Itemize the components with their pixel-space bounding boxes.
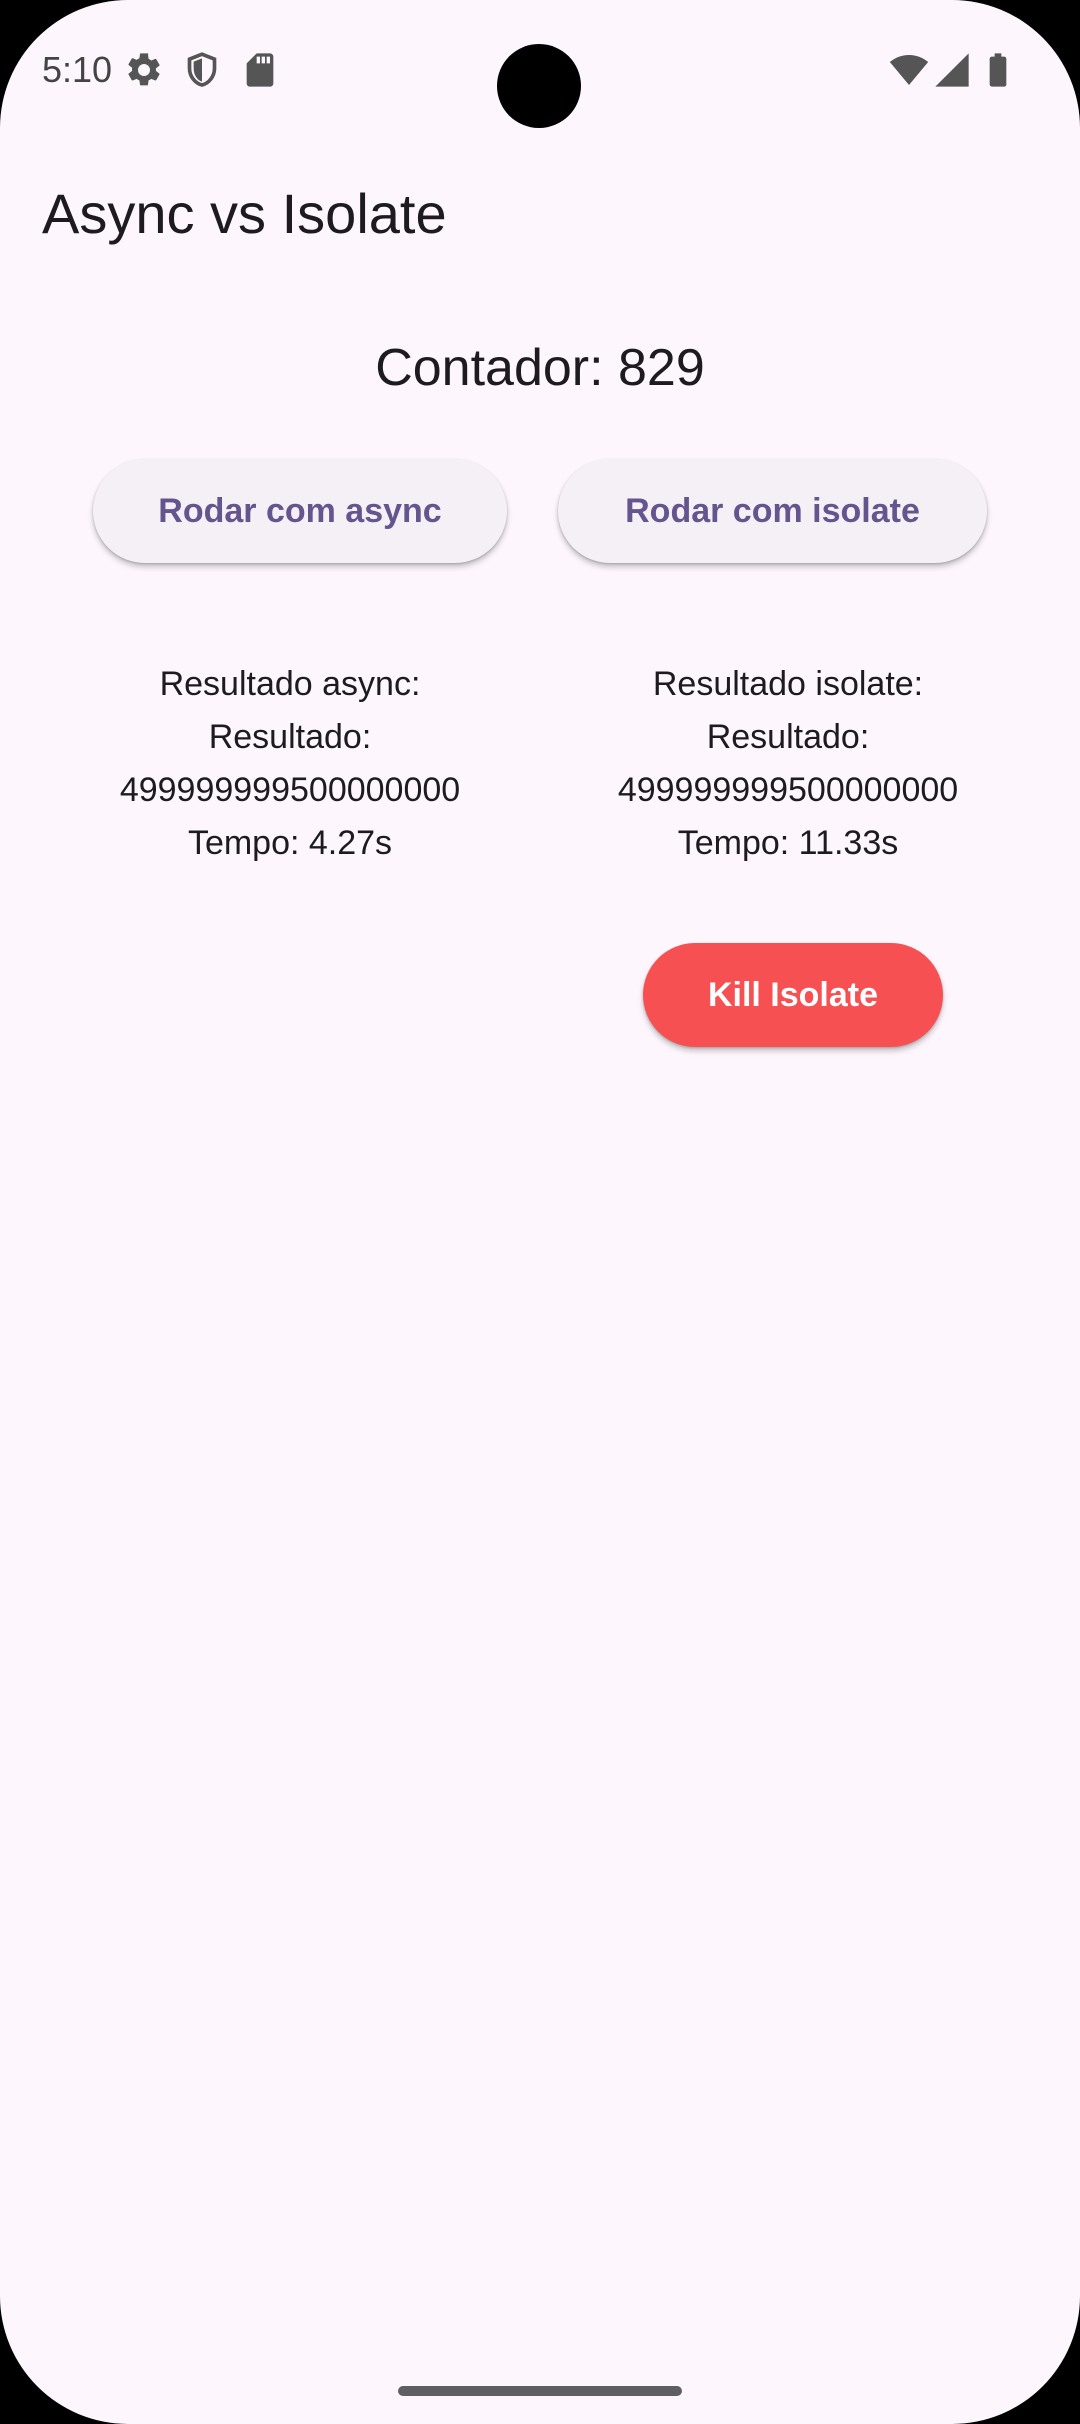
run-isolate-button[interactable]: Rodar com isolate bbox=[558, 459, 987, 563]
async-result-heading: Resultado async: bbox=[159, 665, 421, 703]
isolate-result-heading: Resultado isolate: bbox=[652, 665, 924, 703]
async-result-time: Tempo: 4.27s bbox=[187, 824, 393, 862]
run-async-button[interactable]: Rodar com async bbox=[93, 459, 507, 563]
isolate-result-panel: Resultado isolate: Resultado: 4999999995… bbox=[538, 658, 1038, 870]
isolate-result-value: 499999999500000000 bbox=[617, 771, 959, 809]
kill-isolate-button[interactable]: Kill Isolate bbox=[643, 943, 943, 1047]
isolate-result-time: Tempo: 11.33s bbox=[677, 824, 899, 862]
async-result-panel: Resultado async: Resultado: 499999999500… bbox=[40, 658, 540, 870]
async-result-value: 499999999500000000 bbox=[119, 771, 461, 809]
cell-signal-icon bbox=[935, 53, 969, 87]
isolate-result-label: Resultado: bbox=[706, 718, 870, 756]
async-result-label: Resultado: bbox=[208, 718, 372, 756]
app-bar-title: Async vs Isolate bbox=[42, 182, 447, 245]
battery-icon bbox=[989, 53, 1007, 87]
sd-card-icon bbox=[246, 53, 274, 87]
wifi-icon bbox=[889, 55, 929, 85]
front-camera bbox=[497, 44, 581, 128]
settings-icon bbox=[128, 53, 160, 86]
phone-screen: 5:10 Async vs Isolate Contador: 829 Roda… bbox=[0, 0, 1080, 2424]
shield-icon bbox=[187, 52, 217, 87]
status-time: 5:10 bbox=[42, 49, 113, 90]
counter-text: Contador: 829 bbox=[375, 339, 705, 397]
home-indicator[interactable] bbox=[398, 2386, 682, 2396]
